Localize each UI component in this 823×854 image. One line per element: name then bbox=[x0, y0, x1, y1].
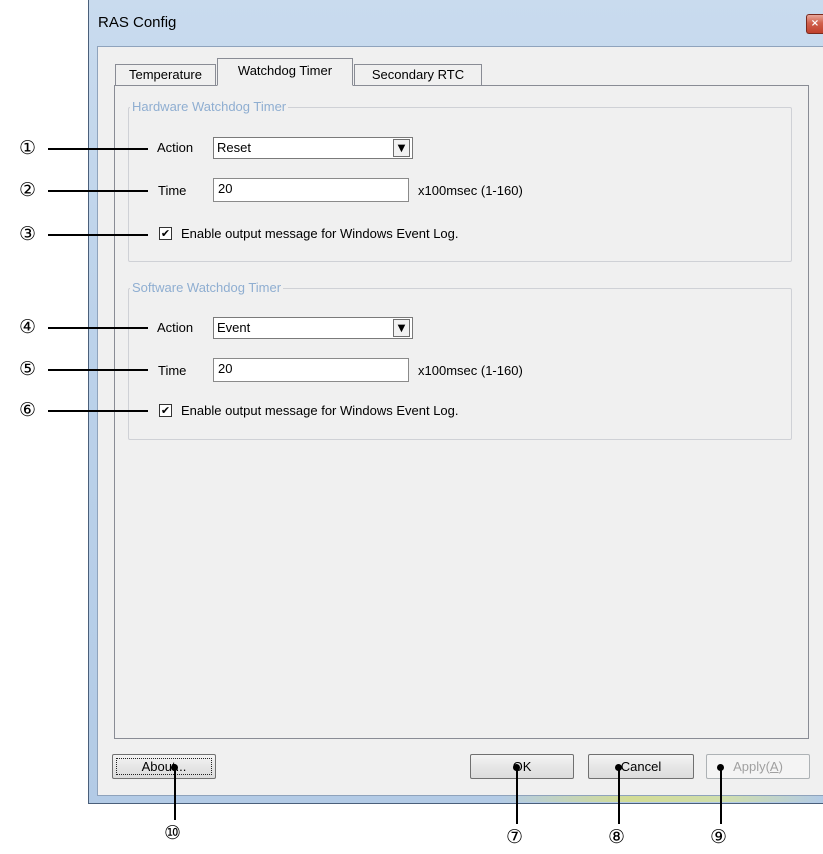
apply-accesskey: A bbox=[769, 759, 779, 774]
window-title: RAS Config bbox=[98, 14, 177, 31]
about-button-label: About... bbox=[116, 758, 212, 775]
callout-5-line bbox=[48, 369, 148, 371]
ok-button[interactable]: OK bbox=[470, 754, 574, 779]
about-button[interactable]: About... bbox=[112, 754, 216, 779]
sw-action-select[interactable]: Event bbox=[213, 317, 413, 339]
callout-3: ③ bbox=[19, 223, 37, 245]
callout-6-line bbox=[48, 410, 148, 412]
tab-temperature[interactable]: Temperature bbox=[115, 64, 216, 86]
callout-8: ⑧ bbox=[608, 826, 626, 848]
hw-event-log-label: Enable output message for Windows Event … bbox=[181, 226, 459, 241]
cancel-button[interactable]: Cancel bbox=[588, 754, 694, 779]
apply-label-suffix: ) bbox=[778, 759, 783, 774]
callout-7: ⑦ bbox=[506, 826, 524, 848]
software-group-label: Software Watchdog Timer bbox=[130, 280, 284, 295]
callout-1: ① bbox=[19, 137, 37, 159]
tab-watchdog-timer[interactable]: Watchdog Timer bbox=[217, 58, 353, 86]
sw-event-log-label: Enable output message for Windows Event … bbox=[181, 403, 459, 418]
hw-action-label: Action bbox=[157, 140, 194, 155]
callout-9: ⑨ bbox=[710, 826, 728, 848]
sw-time-label: Time bbox=[158, 363, 187, 378]
sw-time-unit: x100msec (1-160) bbox=[418, 363, 523, 378]
hardware-group-label: Hardware Watchdog Timer bbox=[130, 99, 289, 114]
callout-2: ② bbox=[19, 179, 37, 201]
callout-10-line bbox=[174, 767, 176, 820]
hw-time-label: Time bbox=[158, 183, 187, 198]
hw-time-unit: x100msec (1-160) bbox=[418, 183, 523, 198]
callout-6: ⑥ bbox=[19, 399, 37, 421]
chevron-down-icon[interactable]: ▼ bbox=[393, 319, 410, 337]
callout-2-line bbox=[48, 190, 148, 192]
callout-7-line bbox=[516, 767, 518, 824]
callout-9-line bbox=[720, 767, 722, 824]
callout-5: ⑤ bbox=[19, 358, 37, 380]
sw-event-log-checkbox[interactable]: ✔ bbox=[159, 404, 172, 417]
chevron-down-icon[interactable]: ▼ bbox=[393, 139, 410, 157]
hw-action-select[interactable]: Reset bbox=[213, 137, 413, 159]
hw-time-input[interactable]: 20 bbox=[213, 178, 409, 202]
sw-time-input[interactable]: 20 bbox=[213, 358, 409, 382]
callout-8-line bbox=[618, 767, 620, 824]
callout-3-line bbox=[48, 234, 148, 236]
hw-event-log-checkbox[interactable]: ✔ bbox=[159, 227, 172, 240]
apply-label: Apply( bbox=[733, 759, 770, 774]
callout-4: ④ bbox=[19, 316, 37, 338]
sw-action-value: Event bbox=[217, 320, 251, 335]
callout-10: ⑩ bbox=[164, 822, 182, 844]
hw-action-value: Reset bbox=[217, 140, 251, 155]
callout-4-line bbox=[48, 327, 148, 329]
tab-secondary-rtc[interactable]: Secondary RTC bbox=[354, 64, 482, 86]
close-icon[interactable]: × bbox=[806, 14, 823, 34]
sw-action-label: Action bbox=[157, 320, 194, 335]
callout-1-line bbox=[48, 148, 148, 150]
